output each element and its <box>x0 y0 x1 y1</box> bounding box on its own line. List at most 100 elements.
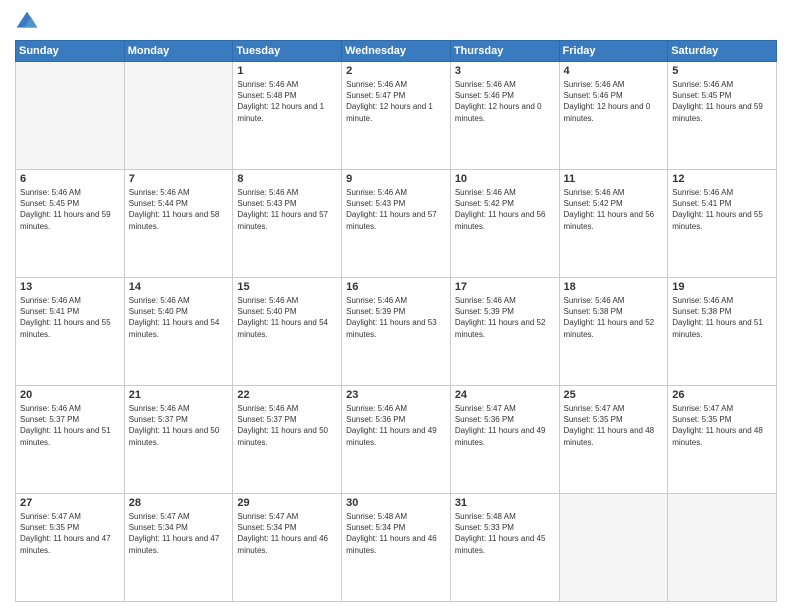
calendar-cell <box>559 494 668 602</box>
calendar-week-row: 1 Sunrise: 5:46 AM Sunset: 5:48 PM Daylig… <box>16 62 777 170</box>
calendar-week-row: 6 Sunrise: 5:46 AM Sunset: 5:45 PM Daylig… <box>16 170 777 278</box>
day-number: 8 <box>237 173 337 185</box>
day-number: 26 <box>672 389 772 401</box>
day-info: Sunrise: 5:46 AM Sunset: 5:42 PM Dayligh… <box>564 187 664 232</box>
day-info: Sunrise: 5:46 AM Sunset: 5:48 PM Dayligh… <box>237 79 337 124</box>
day-info: Sunrise: 5:46 AM Sunset: 5:42 PM Dayligh… <box>455 187 555 232</box>
calendar-cell: 16 Sunrise: 5:46 AM Sunset: 5:39 PM Dayli… <box>342 278 451 386</box>
calendar-day-header: Friday <box>559 41 668 62</box>
calendar-cell: 13Sunrise: 5:46 AM Sunset: 5:41 PM Dayli… <box>16 278 125 386</box>
day-number: 22 <box>237 389 337 401</box>
calendar-cell: 26 Sunrise: 5:47 AM Sunset: 5:35 PM Dayli… <box>668 386 777 494</box>
calendar-cell: 8 Sunrise: 5:46 AM Sunset: 5:43 PM Daylig… <box>233 170 342 278</box>
day-number: 28 <box>129 497 229 509</box>
day-number: 23 <box>346 389 446 401</box>
calendar-cell: 24 Sunrise: 5:47 AM Sunset: 5:36 PM Dayli… <box>450 386 559 494</box>
day-number: 16 <box>346 281 446 293</box>
day-number: 6 <box>20 173 120 185</box>
calendar-table: SundayMondayTuesdayWednesdayThursdayFrid… <box>15 40 777 602</box>
day-number: 19 <box>672 281 772 293</box>
calendar-week-row: 27 Sunrise: 5:47 AM Sunset: 5:35 PM Dayli… <box>16 494 777 602</box>
calendar-cell: 11Sunrise: 5:46 AM Sunset: 5:42 PM Dayli… <box>559 170 668 278</box>
day-number: 9 <box>346 173 446 185</box>
day-info: Sunrise: 5:46 AM Sunset: 5:37 PM Dayligh… <box>20 403 120 448</box>
day-number: 3 <box>455 65 555 77</box>
calendar-cell: 20 Sunrise: 5:46 AM Sunset: 5:37 PM Dayli… <box>16 386 125 494</box>
day-number: 24 <box>455 389 555 401</box>
day-info: Sunrise: 5:46 AM Sunset: 5:38 PM Dayligh… <box>672 295 772 340</box>
calendar-cell <box>124 62 233 170</box>
day-info: Sunrise: 5:46 AM Sunset: 5:43 PM Dayligh… <box>237 187 337 232</box>
day-info: Sunrise: 5:46 AM Sunset: 5:47 PM Dayligh… <box>346 79 446 124</box>
calendar-cell: 28 Sunrise: 5:47 AM Sunset: 5:34 PM Dayli… <box>124 494 233 602</box>
day-info: Sunrise: 5:46 AM Sunset: 5:41 PM Dayligh… <box>672 187 772 232</box>
day-info: Sunrise: 5:47 AM Sunset: 5:35 PM Dayligh… <box>564 403 664 448</box>
day-number: 18 <box>564 281 664 293</box>
calendar-cell: 4 Sunrise: 5:46 AM Sunset: 5:46 PM Daylig… <box>559 62 668 170</box>
day-info: Sunrise: 5:48 AM Sunset: 5:33 PM Dayligh… <box>455 511 555 556</box>
calendar-cell: 18Sunrise: 5:46 AM Sunset: 5:38 PM Dayli… <box>559 278 668 386</box>
day-number: 15 <box>237 281 337 293</box>
calendar-cell: 23 Sunrise: 5:46 AM Sunset: 5:36 PM Dayli… <box>342 386 451 494</box>
day-info: Sunrise: 5:47 AM Sunset: 5:35 PM Dayligh… <box>20 511 120 556</box>
page: SundayMondayTuesdayWednesdayThursdayFrid… <box>0 0 792 612</box>
day-number: 12 <box>672 173 772 185</box>
day-number: 4 <box>564 65 664 77</box>
day-number: 1 <box>237 65 337 77</box>
day-info: Sunrise: 5:46 AM Sunset: 5:44 PM Dayligh… <box>129 187 229 232</box>
day-info: Sunrise: 5:47 AM Sunset: 5:36 PM Dayligh… <box>455 403 555 448</box>
calendar-day-header: Saturday <box>668 41 777 62</box>
day-info: Sunrise: 5:46 AM Sunset: 5:36 PM Dayligh… <box>346 403 446 448</box>
day-info: Sunrise: 5:46 AM Sunset: 5:46 PM Dayligh… <box>564 79 664 124</box>
calendar-day-header: Thursday <box>450 41 559 62</box>
day-info: Sunrise: 5:46 AM Sunset: 5:43 PM Dayligh… <box>346 187 446 232</box>
calendar-cell: 2 Sunrise: 5:46 AM Sunset: 5:47 PM Daylig… <box>342 62 451 170</box>
day-info: Sunrise: 5:47 AM Sunset: 5:35 PM Dayligh… <box>672 403 772 448</box>
day-number: 14 <box>129 281 229 293</box>
calendar-cell: 5 Sunrise: 5:46 AM Sunset: 5:45 PM Daylig… <box>668 62 777 170</box>
day-number: 25 <box>564 389 664 401</box>
calendar-cell: 10 Sunrise: 5:46 AM Sunset: 5:42 PM Dayli… <box>450 170 559 278</box>
logo <box>15 10 43 34</box>
day-info: Sunrise: 5:46 AM Sunset: 5:39 PM Dayligh… <box>346 295 446 340</box>
calendar-cell: 27 Sunrise: 5:47 AM Sunset: 5:35 PM Dayli… <box>16 494 125 602</box>
calendar-cell <box>16 62 125 170</box>
calendar-cell: 6 Sunrise: 5:46 AM Sunset: 5:45 PM Daylig… <box>16 170 125 278</box>
day-number: 30 <box>346 497 446 509</box>
day-number: 20 <box>20 389 120 401</box>
day-number: 27 <box>20 497 120 509</box>
calendar-cell: 31Sunrise: 5:48 AM Sunset: 5:33 PM Dayli… <box>450 494 559 602</box>
calendar-cell: 30Sunrise: 5:48 AM Sunset: 5:34 PM Dayli… <box>342 494 451 602</box>
day-info: Sunrise: 5:46 AM Sunset: 5:37 PM Dayligh… <box>237 403 337 448</box>
day-info: Sunrise: 5:46 AM Sunset: 5:37 PM Dayligh… <box>129 403 229 448</box>
day-info: Sunrise: 5:46 AM Sunset: 5:46 PM Dayligh… <box>455 79 555 124</box>
day-number: 2 <box>346 65 446 77</box>
calendar-cell: 29Sunrise: 5:47 AM Sunset: 5:34 PM Dayli… <box>233 494 342 602</box>
calendar-cell: 14 Sunrise: 5:46 AM Sunset: 5:40 PM Dayli… <box>124 278 233 386</box>
day-info: Sunrise: 5:47 AM Sunset: 5:34 PM Dayligh… <box>129 511 229 556</box>
calendar-cell <box>668 494 777 602</box>
day-info: Sunrise: 5:46 AM Sunset: 5:40 PM Dayligh… <box>237 295 337 340</box>
calendar-cell: 17 Sunrise: 5:46 AM Sunset: 5:39 PM Dayli… <box>450 278 559 386</box>
day-info: Sunrise: 5:46 AM Sunset: 5:41 PM Dayligh… <box>20 295 120 340</box>
header <box>15 10 777 34</box>
calendar-day-header: Tuesday <box>233 41 342 62</box>
day-info: Sunrise: 5:46 AM Sunset: 5:45 PM Dayligh… <box>672 79 772 124</box>
calendar-cell: 1 Sunrise: 5:46 AM Sunset: 5:48 PM Daylig… <box>233 62 342 170</box>
day-info: Sunrise: 5:46 AM Sunset: 5:40 PM Dayligh… <box>129 295 229 340</box>
day-number: 21 <box>129 389 229 401</box>
day-number: 29 <box>237 497 337 509</box>
day-number: 17 <box>455 281 555 293</box>
calendar-cell: 12 Sunrise: 5:46 AM Sunset: 5:41 PM Dayli… <box>668 170 777 278</box>
day-number: 10 <box>455 173 555 185</box>
calendar-cell: 22 Sunrise: 5:46 AM Sunset: 5:37 PM Dayli… <box>233 386 342 494</box>
calendar-day-header: Sunday <box>16 41 125 62</box>
calendar-header-row: SundayMondayTuesdayWednesdayThursdayFrid… <box>16 41 777 62</box>
calendar-cell: 9 Sunrise: 5:46 AM Sunset: 5:43 PM Daylig… <box>342 170 451 278</box>
calendar-cell: 21 Sunrise: 5:46 AM Sunset: 5:37 PM Dayli… <box>124 386 233 494</box>
day-info: Sunrise: 5:46 AM Sunset: 5:45 PM Dayligh… <box>20 187 120 232</box>
day-number: 5 <box>672 65 772 77</box>
calendar-day-header: Monday <box>124 41 233 62</box>
day-info: Sunrise: 5:46 AM Sunset: 5:39 PM Dayligh… <box>455 295 555 340</box>
calendar-cell: 25 Sunrise: 5:47 AM Sunset: 5:35 PM Dayli… <box>559 386 668 494</box>
